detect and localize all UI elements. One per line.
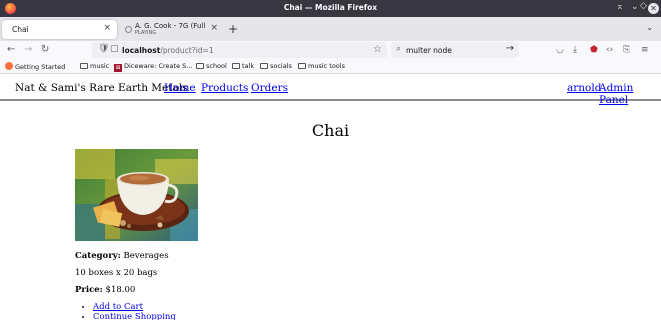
nav-link-user[interactable]: arnold [567,82,601,94]
extensions-icon[interactable]: ⎘ [623,44,630,56]
tracking-protection-icon[interactable]: 🛡 [98,44,109,54]
bookmark-folder-music[interactable]: music [80,62,109,70]
product-quantity: 10 boxes x 20 bags [75,268,158,278]
product-title: Chai [311,121,350,140]
url-host: localhost [122,46,161,55]
search-icon: ⌕ [396,44,402,54]
navigation-toolbar: ← → ↻ 🛡 ▢ localhost/product?id=1 ☆ ⌕ → ◡… [0,41,661,60]
tab-label: Chai [12,25,29,34]
reload-button[interactable]: ↻ [41,44,49,56]
folder-icon [196,63,204,69]
nav-link-products[interactable]: Products [201,82,248,94]
bookmark-label: music tools [308,62,345,70]
product-actions: Add to Cart Continue Shopping [89,302,176,320]
folder-icon [80,63,88,69]
list-all-tabs-icon[interactable]: ⌄ [646,23,653,32]
bookmark-label: socials [270,62,292,70]
search-bar[interactable]: ⌕ → [391,42,519,58]
tab-music[interactable]: A. G. Cook - 7G (Full Alb PLAYING × [120,20,224,39]
window-title: Chai — Mozilla Firefox [283,3,378,12]
page-info-icon[interactable]: ▢ [110,44,119,54]
search-go-icon[interactable]: → [506,43,514,54]
page-content: Nat & Sami's Rare Earth Metals Home Prod… [0,75,661,320]
bookmark-label: talk [242,62,255,70]
forward-button[interactable]: → [24,44,32,56]
diceware-icon: ⚅ [114,64,122,72]
close-tab-icon[interactable]: × [210,23,218,33]
bookmark-label: music [90,62,110,70]
price-value: $18.00 [105,285,136,295]
bookmark-label: Getting Started [15,63,66,71]
ublock-shield-icon[interactable]: ⬟ [590,44,598,56]
price-label: Price: [75,285,103,295]
pocket-icon[interactable]: ◡ [556,44,564,56]
close-window-button[interactable]: ✕ [648,3,659,14]
site-navbar: Nat & Sami's Rare Earth Metals Home Prod… [0,75,661,106]
folder-icon [260,63,268,69]
maximize-icon[interactable]: ◇ [640,1,647,11]
bookmark-getting-started[interactable]: Getting Started [5,62,65,71]
app-menu-icon[interactable]: ≡ [641,44,649,56]
window-titlebar: Chai — Mozilla Firefox ⌅ ⌄ ◇ ✕ [0,0,661,17]
category-value: Beverages [123,251,169,261]
category-label: Category: [75,251,121,261]
downloads-icon[interactable]: ⤓ [573,44,577,56]
bookmark-label: school [206,62,227,70]
tab-strip: Chai × A. G. Cook - 7G (Full Alb PLAYING… [0,17,661,41]
tab-label: A. G. Cook - 7G (Full Alb [135,22,205,30]
bookmark-folder-music-tools[interactable]: music tools [298,62,345,70]
site-brand: Nat & Sami's Rare Earth Metals [15,82,188,94]
bookmark-folder-talk[interactable]: talk [232,62,254,70]
bookmarks-toolbar: Getting Started music ⚅ Diceware: Create … [0,60,661,74]
add-to-cart-link[interactable]: Add to Cart [93,302,143,312]
product-price: Price: $18.00 [75,285,135,295]
nav-link-home[interactable]: Home [164,82,196,94]
firefox-icon [5,62,13,70]
search-input[interactable] [406,45,501,55]
nav-link-admin-panel[interactable]: Admin Panel [599,82,661,106]
bookmark-star-icon[interactable]: ☆ [373,44,382,55]
folder-icon [298,63,306,69]
url-text[interactable]: localhost/product?id=1 [122,46,214,55]
minimize-icon[interactable]: ⌅ [616,2,624,12]
tab-playing-label: PLAYING [135,30,157,36]
restore-icon[interactable]: ⌄ [631,2,639,12]
nav-link-orders[interactable]: Orders [251,82,288,94]
url-bar[interactable]: 🛡 ▢ localhost/product?id=1 ☆ [92,42,387,58]
bookmark-diceware[interactable]: ⚅ Diceware: Create S... [114,62,192,72]
tab-chai[interactable]: Chai × [2,20,117,39]
continue-shopping-link[interactable]: Continue Shopping [93,312,176,320]
tab-favicon-icon [125,26,132,33]
list-item: Continue Shopping [93,312,176,320]
back-button[interactable]: ← [7,44,15,56]
product-image [75,149,198,241]
folder-icon [232,63,240,69]
bookmark-label: Diceware: Create S... [124,62,193,70]
new-tab-button[interactable]: + [228,22,238,36]
close-tab-icon[interactable]: × [103,23,111,33]
devtools-icon[interactable]: ‹› [606,44,613,56]
url-path: /product?id=1 [160,46,214,55]
product-category: Category: Beverages [75,251,169,261]
list-item: Add to Cart [93,302,176,312]
bookmark-folder-school[interactable]: school [196,62,227,70]
bookmark-folder-socials[interactable]: socials [260,62,292,70]
